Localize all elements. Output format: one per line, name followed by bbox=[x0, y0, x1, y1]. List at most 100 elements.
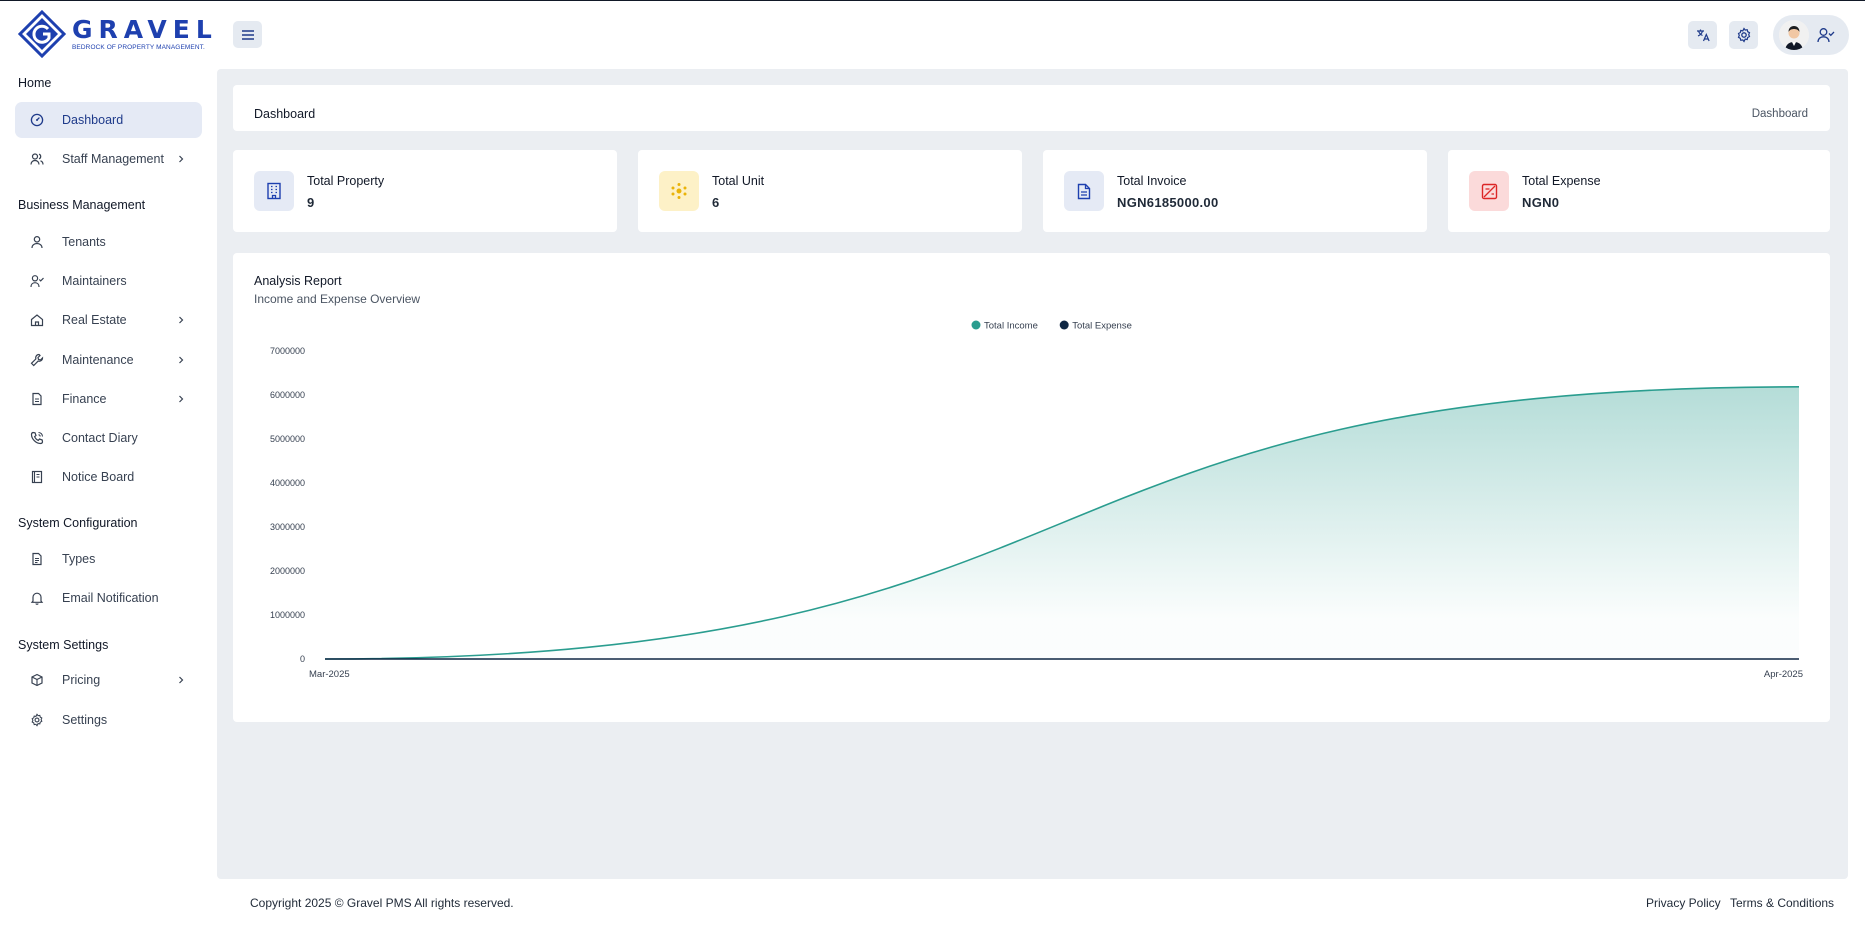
sidebar-item-label: Finance bbox=[62, 392, 107, 406]
sidebar-item-dashboard[interactable]: Dashboard bbox=[15, 102, 202, 138]
analysis-report-card: Analysis Report Income and Expense Overv… bbox=[233, 253, 1830, 722]
footer-copyright: Copyright 2025 © Gravel PMS All rights r… bbox=[250, 896, 514, 910]
home-icon bbox=[30, 313, 44, 327]
sidebar-item-label: Staff Management bbox=[62, 152, 164, 166]
sidebar-item-types[interactable]: Types bbox=[15, 541, 202, 577]
dashboard-icon bbox=[30, 113, 44, 127]
sidebar-section-system-configuration: System Configuration bbox=[18, 516, 138, 530]
stat-label: Total Unit bbox=[712, 174, 765, 188]
y-tick-label: 3000000 bbox=[270, 522, 305, 532]
chevron-right-icon bbox=[179, 316, 184, 324]
sidebar: Home Dashboard Staff Management Business… bbox=[0, 69, 217, 879]
y-tick-label: 0 bbox=[300, 654, 305, 664]
chevron-right-icon bbox=[179, 395, 184, 403]
sidebar-item-label: Maintainers bbox=[62, 274, 127, 288]
hamburger-icon bbox=[241, 29, 254, 40]
sidebar-item-label: Tenants bbox=[62, 235, 106, 249]
sidebar-item-label: Pricing bbox=[62, 673, 101, 687]
sidebar-item-maintenance[interactable]: Maintenance bbox=[15, 342, 202, 378]
sidebar-item-settings[interactable]: Settings bbox=[15, 702, 202, 738]
bell-icon bbox=[30, 591, 44, 605]
top-bar: GRAVEL BEDROCK OF PROPERTY MANAGEMENT. bbox=[0, 1, 1865, 69]
sidebar-item-label: Types bbox=[62, 552, 96, 566]
translate-icon bbox=[1696, 29, 1710, 42]
sidebar-item-maintainers[interactable]: Maintainers bbox=[15, 263, 202, 299]
brand-tagline: BEDROCK OF PROPERTY MANAGEMENT. bbox=[72, 44, 205, 51]
stat-value: 9 bbox=[307, 195, 315, 210]
sidebar-item-finance[interactable]: Finance bbox=[15, 381, 202, 417]
sidebar-item-label: Contact Diary bbox=[62, 431, 138, 445]
sidebar-section-system-settings: System Settings bbox=[18, 638, 109, 652]
users-icon bbox=[30, 152, 44, 166]
privacy-policy-link[interactable]: Privacy Policy bbox=[1646, 896, 1721, 910]
y-tick-label: 5000000 bbox=[270, 434, 305, 444]
settings-button[interactable] bbox=[1729, 21, 1758, 49]
gear-icon bbox=[30, 713, 44, 727]
sidebar-item-notice-board[interactable]: Notice Board bbox=[15, 459, 202, 495]
y-tick-label: 6000000 bbox=[270, 390, 305, 400]
legend-label: Total Expense bbox=[1072, 321, 1132, 332]
stat-value: NGN0 bbox=[1522, 195, 1560, 210]
stat-value: NGN6185000.00 bbox=[1117, 195, 1219, 210]
brand-name: GRAVEL bbox=[72, 15, 218, 44]
wrench-icon bbox=[30, 353, 44, 367]
building-icon bbox=[254, 171, 294, 211]
notice-icon bbox=[30, 470, 44, 484]
income-expense-chart: 0 1000000 2000000 3000000 4000000 5000000 6000… bbox=[270, 320, 1803, 680]
phone-icon bbox=[30, 431, 44, 445]
sidebar-section-home: Home bbox=[18, 76, 52, 90]
brand-logo[interactable]: GRAVEL BEDROCK OF PROPERTY MANAGEMENT. bbox=[18, 10, 218, 58]
stat-card-total-expense[interactable]: Total Expense NGN0 bbox=[1448, 150, 1830, 232]
stat-card-total-invoice[interactable]: Total Invoice NGN6185000.00 bbox=[1043, 150, 1427, 232]
sidebar-item-real-estate[interactable]: Real Estate bbox=[15, 302, 202, 338]
sidebar-item-pricing[interactable]: Pricing bbox=[15, 662, 202, 698]
expense-icon bbox=[1469, 171, 1509, 211]
breadcrumb-current: Dashboard bbox=[1751, 108, 1808, 120]
invoice-icon bbox=[1064, 171, 1104, 211]
finance-doc-icon bbox=[30, 392, 44, 406]
gear-icon bbox=[1737, 27, 1750, 43]
y-tick-label: 2000000 bbox=[270, 566, 305, 576]
x-tick-label: Apr-2025 bbox=[1764, 669, 1803, 680]
sidebar-item-label: Maintenance bbox=[62, 353, 134, 367]
sidebar-item-tenants[interactable]: Tenants bbox=[15, 224, 202, 260]
chevron-right-icon bbox=[179, 676, 184, 684]
stat-value: 6 bbox=[712, 195, 720, 210]
unit-icon bbox=[659, 171, 699, 211]
stat-card-total-unit[interactable]: Total Unit 6 bbox=[638, 150, 1022, 232]
sidebar-item-contact-diary[interactable]: Contact Diary bbox=[15, 420, 202, 456]
y-tick-label: 7000000 bbox=[270, 346, 305, 356]
breadcrumb: Dashboard Dashboard bbox=[233, 85, 1830, 131]
sidebar-item-label: Real Estate bbox=[62, 313, 127, 327]
file-icon bbox=[30, 552, 44, 566]
legend-label: Total Income bbox=[984, 321, 1038, 332]
chevron-right-icon bbox=[179, 155, 184, 163]
sidebar-item-label: Dashboard bbox=[62, 113, 124, 127]
sidebar-item-label: Email Notification bbox=[62, 591, 159, 605]
stat-card-total-property[interactable]: Total Property 9 bbox=[233, 150, 617, 232]
legend-marker bbox=[971, 320, 981, 330]
y-tick-label: 4000000 bbox=[270, 478, 305, 488]
user-check-icon bbox=[30, 274, 44, 288]
sidebar-section-business-management: Business Management bbox=[18, 198, 146, 212]
stat-label: Total Property bbox=[307, 174, 385, 188]
language-button[interactable] bbox=[1688, 21, 1717, 49]
page-title: Dashboard bbox=[254, 107, 316, 121]
stat-label: Total Expense bbox=[1522, 174, 1601, 188]
gravel-logo-icon bbox=[18, 10, 66, 58]
x-tick-label: Mar-2025 bbox=[309, 669, 350, 680]
user-icon bbox=[30, 235, 44, 249]
legend-marker bbox=[1059, 320, 1069, 330]
package-icon bbox=[30, 673, 44, 687]
sidebar-item-email-notification[interactable]: Email Notification bbox=[15, 580, 202, 616]
sidebar-toggle-button[interactable] bbox=[233, 21, 262, 48]
terms-link[interactable]: Terms & Conditions bbox=[1730, 896, 1834, 910]
sidebar-item-staff-management[interactable]: Staff Management bbox=[15, 141, 202, 177]
y-tick-label: 1000000 bbox=[270, 610, 305, 620]
avatar bbox=[1779, 20, 1809, 50]
user-check-icon bbox=[1817, 28, 1835, 43]
user-menu[interactable] bbox=[1773, 15, 1849, 55]
stat-label: Total Invoice bbox=[1117, 174, 1187, 188]
chevron-right-icon bbox=[179, 356, 184, 364]
sidebar-item-label: Settings bbox=[62, 713, 108, 727]
